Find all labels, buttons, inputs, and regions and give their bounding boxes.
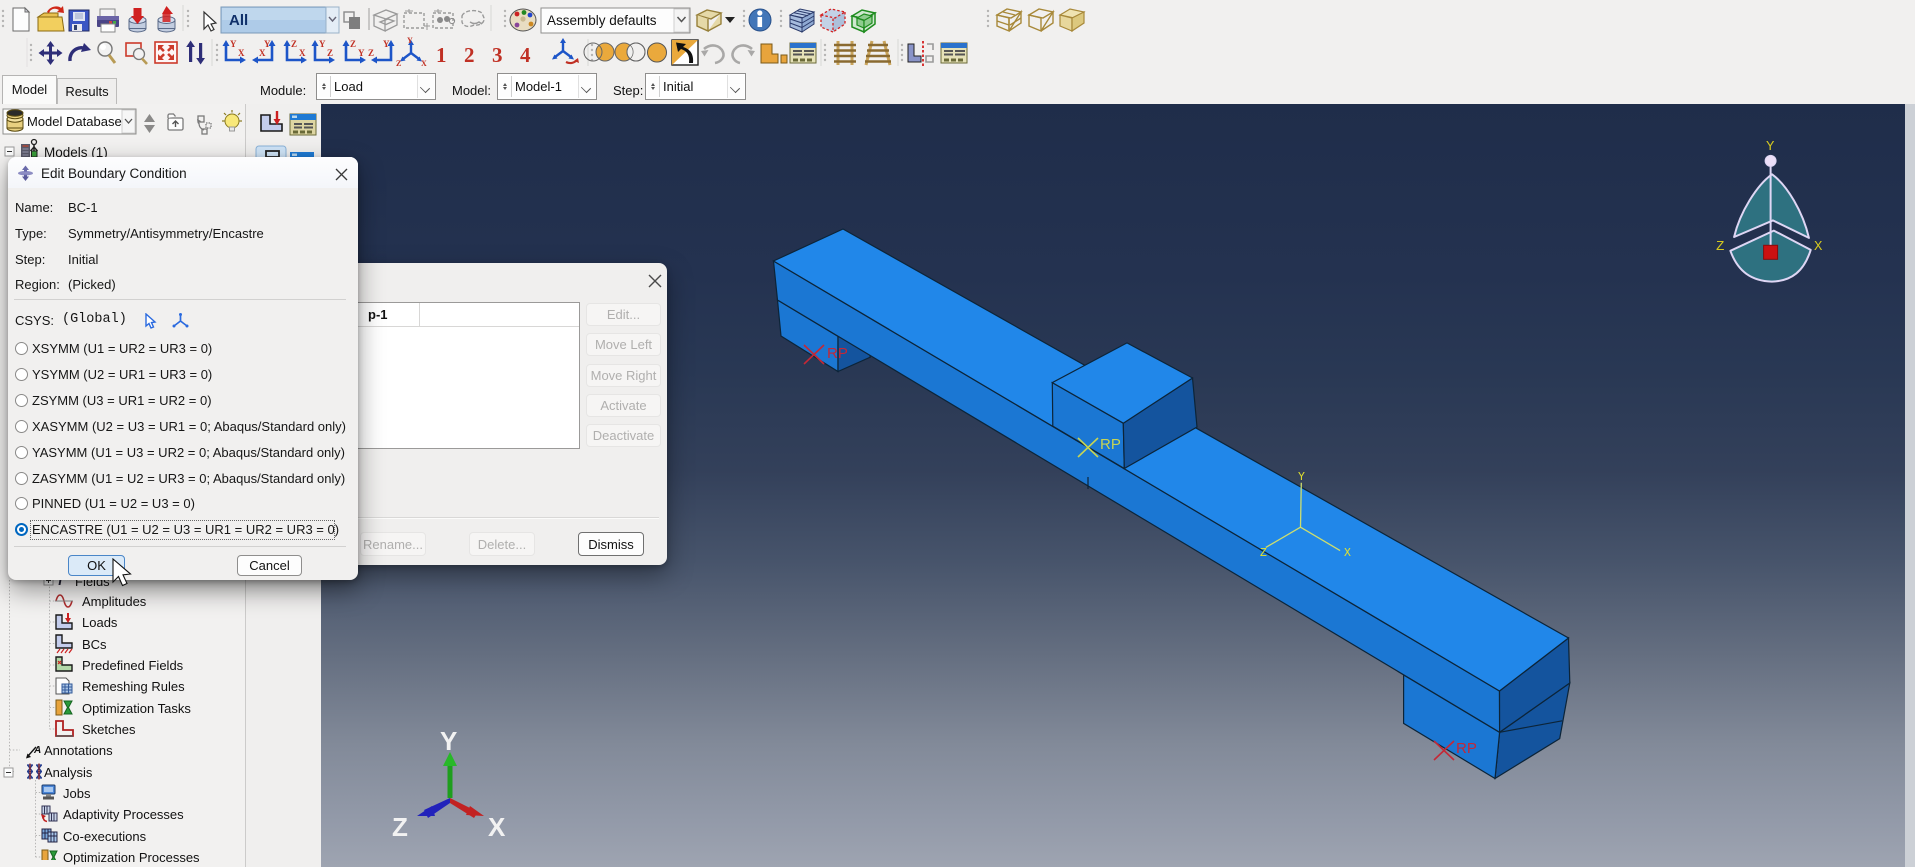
svg-text:Model Database: Model Database (27, 114, 122, 129)
svg-text:Y: Y (1298, 471, 1305, 484)
svg-text:X: X (259, 48, 266, 58)
svg-text:Y: Y (407, 36, 413, 45)
svg-text:1: 1 (436, 43, 447, 67)
svg-text:Y: Y (319, 39, 326, 49)
svg-text:Y: Y (264, 39, 271, 49)
svg-text:Z: Z (327, 48, 333, 58)
svg-text:Y: Y (440, 726, 457, 756)
svg-text:2: 2 (464, 43, 475, 67)
svg-text:X: X (299, 48, 306, 58)
svg-text:Y: Y (230, 39, 237, 49)
svg-text:RP: RP (1100, 436, 1121, 453)
svg-text:RP: RP (1456, 740, 1477, 757)
svg-text:X: X (1814, 239, 1823, 255)
svg-text:X: X (421, 59, 427, 68)
svg-text:X: X (488, 812, 506, 842)
svg-text:4: 4 (520, 43, 531, 67)
svg-text:Z: Z (396, 59, 401, 68)
svg-text:Z: Z (1260, 547, 1267, 560)
svg-text:Y: Y (1766, 139, 1775, 155)
svg-text:Z: Z (392, 812, 408, 842)
svg-text:Z: Z (291, 39, 297, 49)
svg-text:Z: Z (350, 39, 356, 49)
svg-text:X: X (238, 48, 245, 58)
svg-text:Assembly defaults: Assembly defaults (547, 13, 657, 28)
svg-text:A: A (33, 745, 41, 756)
svg-text:Y: Y (358, 48, 365, 58)
svg-text:RP: RP (827, 345, 848, 362)
svg-text:All: All (229, 12, 248, 29)
svg-text:3: 3 (492, 43, 503, 67)
svg-text:X: X (1344, 547, 1351, 560)
svg-text:Y: Y (383, 39, 390, 49)
svg-text:Z: Z (368, 48, 374, 58)
svg-text:Z: Z (1716, 239, 1724, 255)
